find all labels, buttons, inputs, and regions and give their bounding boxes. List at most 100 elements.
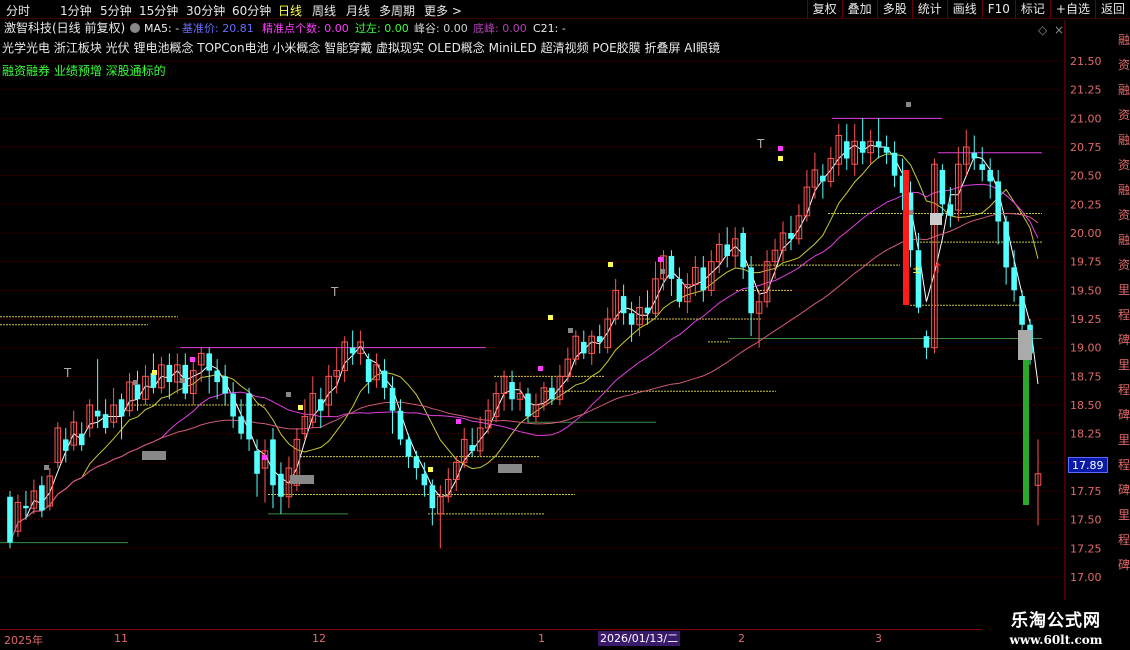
candle-body-down: [230, 393, 236, 417]
signal-square: [608, 262, 613, 267]
statistics-button[interactable]: 统计: [911, 0, 947, 19]
price-tick-label: 20.25: [1070, 198, 1102, 211]
price-tick-label: 18.50: [1070, 399, 1102, 412]
price-tick-label: 17.25: [1070, 542, 1102, 555]
price-tick-label: 18.75: [1070, 370, 1102, 383]
side-label-char: 程: [1118, 532, 1130, 547]
diamond-icon[interactable]: ◇: [1038, 23, 1048, 37]
signal-square: [262, 455, 267, 460]
candle-body-down: [39, 485, 45, 511]
candle-body-down: [891, 152, 898, 176]
draw-line-button[interactable]: 画线: [946, 0, 982, 19]
candle-body-down: [875, 141, 882, 147]
close-panel-icon[interactable]: ×: [1054, 23, 1064, 37]
signal-markers: T T T ↑ ±: [44, 102, 1032, 505]
date-label-mar: 3: [875, 632, 882, 645]
tab-30min[interactable]: 30分钟: [186, 2, 225, 19]
add-watchlist-button[interactable]: +自选: [1049, 0, 1095, 19]
candle-body-down: [23, 505, 29, 509]
signal-square: [568, 328, 573, 333]
candle-body-down: [254, 450, 260, 474]
candle-body-down: [995, 181, 1001, 222]
c21-value: C21: -: [533, 22, 566, 35]
watermark-url: www.60lt.com: [1009, 633, 1103, 647]
candle-body-down: [820, 175, 826, 182]
side-label-char: 里: [1118, 433, 1130, 447]
overlay-button[interactable]: 叠加: [841, 0, 877, 19]
price-tick-label: 21.25: [1070, 84, 1102, 97]
period-toolbar: 分时 1分钟 5分钟 15分钟 30分钟 60分钟 日线 周线 月线 多周期 更…: [0, 0, 1130, 19]
signal-square: [906, 102, 911, 107]
signal-square: [133, 380, 138, 385]
adjust-button[interactable]: 复权: [806, 0, 842, 19]
candle-body-down: [915, 250, 922, 308]
candle-body-down: [939, 169, 946, 205]
side-label-char: 资: [1118, 258, 1130, 272]
large-red-candle: [903, 170, 909, 305]
side-label-char: 融: [1118, 233, 1130, 247]
side-label-char: 碑: [1118, 557, 1130, 572]
tab-intraday[interactable]: 分时: [6, 2, 30, 19]
price-tick-label: 19.00: [1070, 342, 1102, 355]
settings-dot-icon[interactable]: [130, 23, 140, 33]
candle-body-down: [644, 307, 651, 314]
tab-weekly[interactable]: 周线: [312, 2, 336, 19]
large-green-bar: [1023, 360, 1029, 505]
tab-monthly[interactable]: 月线: [346, 2, 370, 19]
tab-1min[interactable]: 1分钟: [60, 2, 92, 19]
signal-block: [290, 475, 314, 484]
price-tick-label: 19.25: [1070, 313, 1102, 326]
ma-line: [9, 144, 1039, 543]
side-label-char: 融: [1118, 33, 1130, 47]
candle-body-down: [843, 141, 850, 159]
price-tick-label: 18.25: [1070, 428, 1102, 441]
candle-body-down: [62, 439, 69, 451]
back-button[interactable]: 返回: [1094, 0, 1130, 19]
tab-daily[interactable]: 日线: [278, 2, 302, 19]
candle-body-down: [102, 414, 109, 428]
multi-stock-button[interactable]: 多股: [876, 0, 912, 19]
candlestick-chart[interactable]: T T T ↑ ± 21.50 21.25 21.00 20.75 20.50 20.25 20.0…: [0, 20, 1130, 630]
candle-body-down: [724, 244, 731, 256]
candle-body-down: [134, 384, 141, 400]
watermark-logo: 乐淘公式网 www.60lt.com: [982, 600, 1130, 650]
candle-body-down: [317, 399, 324, 411]
date-label-year: 2025年: [4, 634, 43, 647]
date-axis: 2025年 11 12 1 2026/01/13/二 2 3: [0, 629, 1068, 650]
signal-square: [180, 378, 185, 383]
candle-body-down: [118, 399, 125, 417]
date-label-jan: 1: [538, 632, 545, 645]
candle-body-down: [525, 393, 531, 417]
candle-body-down: [923, 336, 930, 348]
candle-body-down: [947, 204, 954, 216]
candle-body-down: [740, 233, 746, 268]
ma-line: [9, 153, 1039, 543]
candle-body-down: [788, 233, 794, 239]
signal-block: [142, 451, 166, 460]
bottom-peak: 底峰: 0.00: [473, 21, 527, 35]
stock-tags: 融资融券 业绩预增 深股通标的: [2, 63, 166, 78]
tab-15min[interactable]: 15分钟: [139, 2, 178, 19]
tab-more[interactable]: 更多 >: [424, 2, 462, 19]
mark-button[interactable]: 标记: [1014, 0, 1050, 19]
reference-lines: [0, 117, 1042, 544]
grid-lines: [2, 20, 1066, 630]
f10-button[interactable]: F10: [981, 0, 1015, 19]
candle-body-down: [987, 169, 993, 182]
price-axis: 21.50 21.25 21.00 20.75 20.50 20.25 20.00 19.75…: [1070, 55, 1102, 584]
candle-body-down: [1019, 296, 1025, 325]
tab-multi-period[interactable]: 多周期: [379, 2, 415, 19]
tab-5min[interactable]: 5分钟: [100, 2, 132, 19]
tab-60min[interactable]: 60分钟: [232, 2, 271, 19]
side-label-char: 碑: [1118, 332, 1130, 347]
candle-body-down: [7, 496, 13, 543]
price-tick-label: 20.75: [1070, 141, 1102, 154]
price-tick-label: 21.50: [1070, 55, 1102, 68]
candle-body-down: [883, 147, 890, 153]
side-label-char: 里: [1118, 508, 1130, 522]
candle-body-down: [509, 382, 515, 400]
candles: [7, 118, 1042, 549]
signal-square: [456, 419, 461, 424]
candle-body-down: [397, 410, 404, 440]
signal-block: [1018, 330, 1032, 360]
